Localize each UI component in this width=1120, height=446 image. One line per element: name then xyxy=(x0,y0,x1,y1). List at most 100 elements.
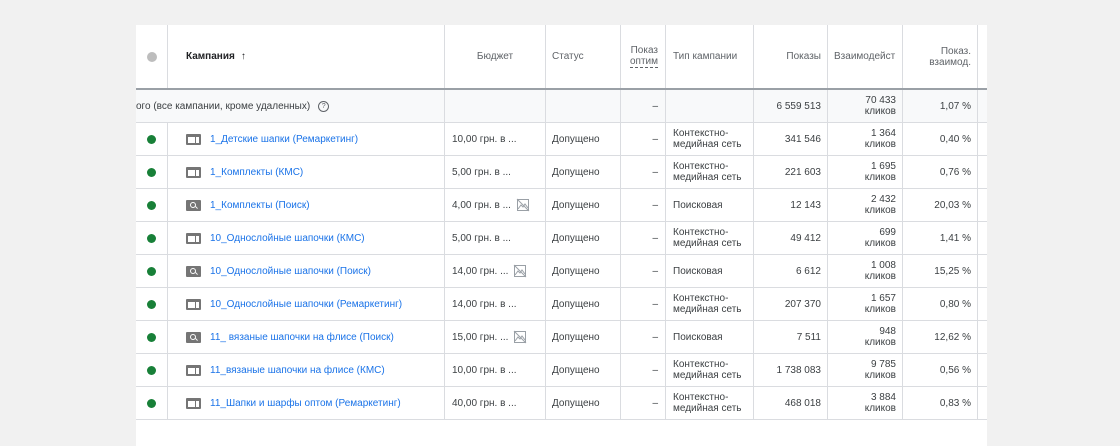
row-type-cell: Контекстно- медийная сеть xyxy=(666,288,754,320)
enabled-status-icon xyxy=(147,398,156,408)
total-budget xyxy=(445,90,546,122)
row-campaign-cell: 11_Шапки и шарфы оптом (Ремаркетинг) xyxy=(168,387,445,419)
total-rate-value: 1,07 % xyxy=(939,100,971,112)
row-status-text-cell: Допущено xyxy=(546,255,621,287)
rate-value: 20,03 % xyxy=(934,199,971,211)
row-budget-cell[interactable]: 5,00 грн. в ... xyxy=(445,156,546,188)
total-interactions-unit: кликов xyxy=(864,106,896,117)
header-campaign[interactable]: Кампания ↑ xyxy=(168,25,445,88)
status-text: Допущено xyxy=(552,199,600,211)
row-impressions-cell: 49 412 xyxy=(754,222,828,254)
row-status-cell[interactable] xyxy=(136,354,168,386)
type-line2: медийная сеть xyxy=(673,238,742,249)
status-dot-icon xyxy=(146,51,157,62)
enabled-status-icon xyxy=(147,365,156,375)
header-status-filter[interactable] xyxy=(136,25,168,88)
campaign-link[interactable]: 11_Шапки и шарфы оптом (Ремаркетинг) xyxy=(210,398,401,409)
row-budget-cell[interactable]: 10,00 грн. в ... xyxy=(445,354,546,386)
optimization-value: – xyxy=(652,397,658,409)
header-interactions[interactable]: Взаимодейст xyxy=(828,25,903,88)
table-row: 11_вязаные шапочки на флисе (КМС) 10,00 … xyxy=(136,354,987,387)
total-interactions-value: 70 433 xyxy=(865,95,896,106)
type-line1: Контекстно- xyxy=(673,227,729,238)
optimization-value: – xyxy=(652,199,658,211)
campaign-link[interactable]: 10_Однослойные шапочки (Ремаркетинг) xyxy=(210,299,402,310)
campaign-link[interactable]: 11_ вязаные шапочки на флисе (Поиск) xyxy=(210,332,394,343)
row-budget-cell[interactable]: 4,00 грн. в ... xyxy=(445,189,546,221)
row-budget-cell[interactable]: 15,00 грн. ... xyxy=(445,321,546,353)
help-icon[interactable]: ? xyxy=(318,100,330,112)
campaign-link[interactable]: 1_Комплекты (Поиск) xyxy=(210,200,310,211)
row-interactions-cell: 1 364 кликов xyxy=(828,123,903,155)
row-interactions-cell: 699 кликов xyxy=(828,222,903,254)
row-status-cell[interactable] xyxy=(136,123,168,155)
row-budget-cell[interactable]: 14,00 грн. в ... xyxy=(445,288,546,320)
campaign-link[interactable]: 11_вязаные шапочки на флисе (КМС) xyxy=(210,365,385,376)
type-line2: медийная сеть xyxy=(673,139,742,150)
budget-value: 40,00 грн. в ... xyxy=(452,397,517,409)
interactions-value: 948 xyxy=(879,326,896,337)
row-type-cell: Поисковая xyxy=(666,189,754,221)
campaign-link[interactable]: 10_Однослойные шапочки (Поиск) xyxy=(210,266,371,277)
row-status-cell[interactable] xyxy=(136,255,168,287)
rate-value: 0,40 % xyxy=(939,133,971,145)
row-campaign-cell: 1_Детские шапки (Ремаркетинг) xyxy=(168,123,445,155)
row-optimization-cell: – xyxy=(621,255,666,287)
interactions-unit: кликов xyxy=(864,172,896,183)
interactions-value: 3 884 xyxy=(870,392,896,403)
header-rate-line2: взаимод. xyxy=(929,56,971,68)
interactions-unit: кликов xyxy=(864,304,896,315)
row-rate-cell: 20,03 % xyxy=(903,189,978,221)
row-impressions-cell: 1 738 083 xyxy=(754,354,828,386)
row-type-cell: Контекстно- медийная сеть xyxy=(666,156,754,188)
row-rate-cell: 0,76 % xyxy=(903,156,978,188)
row-type-cell: Контекстно- медийная сеть xyxy=(666,222,754,254)
header-impressions[interactable]: Показы xyxy=(754,25,828,88)
row-budget-cell[interactable]: 10,00 грн. в ... xyxy=(445,123,546,155)
status-text: Допущено xyxy=(552,166,600,178)
row-rate-cell: 1,41 % xyxy=(903,222,978,254)
row-status-text-cell: Допущено xyxy=(546,156,621,188)
campaign-link[interactable]: 1_Комплекты (КМС) xyxy=(210,167,303,178)
type-line1: Поисковая xyxy=(673,265,723,277)
budget-value: 10,00 грн. в ... xyxy=(452,133,517,145)
status-text: Допущено xyxy=(552,331,600,343)
row-budget-cell[interactable]: 5,00 грн. в ... xyxy=(445,222,546,254)
display-campaign-icon xyxy=(186,232,201,244)
header-optimization[interactable]: Показ оптим xyxy=(621,25,666,88)
row-status-cell[interactable] xyxy=(136,189,168,221)
impressions-value: 7 511 xyxy=(796,331,821,343)
row-budget-cell[interactable]: 40,00 грн. в ... xyxy=(445,387,546,419)
rate-value: 0,83 % xyxy=(939,397,971,409)
row-impressions-cell: 341 546 xyxy=(754,123,828,155)
row-interactions-cell: 2 432 кликов xyxy=(828,189,903,221)
row-status-text-cell: Допущено xyxy=(546,354,621,386)
row-status-cell[interactable] xyxy=(136,387,168,419)
row-status-cell[interactable] xyxy=(136,288,168,320)
row-budget-cell[interactable]: 14,00 грн. ... xyxy=(445,255,546,287)
row-optimization-cell: – xyxy=(621,387,666,419)
row-status-cell[interactable] xyxy=(136,222,168,254)
row-status-cell[interactable] xyxy=(136,321,168,353)
enabled-status-icon xyxy=(147,200,156,210)
display-campaign-icon xyxy=(186,364,201,376)
header-campaign-type[interactable]: Тип кампании xyxy=(666,25,754,88)
impressions-value: 468 018 xyxy=(784,397,821,409)
row-optimization-cell: – xyxy=(621,321,666,353)
budget-value: 5,00 грн. в ... xyxy=(452,166,511,178)
rate-value: 12,62 % xyxy=(934,331,971,343)
row-interactions-cell: 948 кликов xyxy=(828,321,903,353)
sort-arrow-up-icon[interactable]: ↑ xyxy=(241,51,246,62)
row-campaign-cell: 10_Однослойные шапочки (Поиск) xyxy=(168,255,445,287)
status-text: Допущено xyxy=(552,298,600,310)
header-status[interactable]: Статус xyxy=(546,25,621,88)
header-interaction-rate[interactable]: Показ. взаимод. xyxy=(903,25,978,88)
campaign-link[interactable]: 10_Однослойные шапочки (КМС) xyxy=(210,233,365,244)
header-budget[interactable]: Бюджет xyxy=(445,25,546,88)
campaign-link[interactable]: 1_Детские шапки (Ремаркетинг) xyxy=(210,134,358,145)
budget-value: 5,00 грн. в ... xyxy=(452,232,511,244)
row-interactions-cell: 1 695 кликов xyxy=(828,156,903,188)
row-status-cell[interactable] xyxy=(136,156,168,188)
header-campaign-label: Кампания xyxy=(186,51,235,62)
table-header: Кампания ↑ Бюджет Статус Показ оптим Тип… xyxy=(136,25,987,90)
